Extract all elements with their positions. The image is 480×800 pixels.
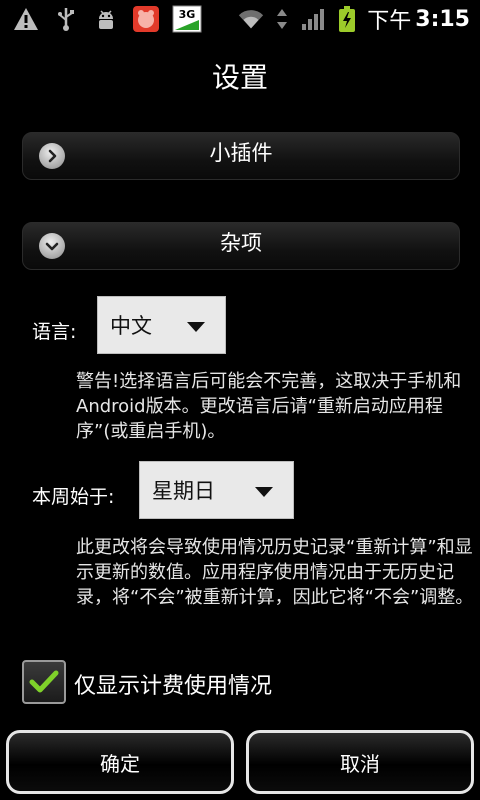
- network-type: 3G: [179, 8, 196, 21]
- language-label: 语言:: [32, 321, 77, 343]
- billable-only-label[interactable]: 仅显示计费使用情况: [74, 668, 272, 700]
- section-misc-label: 杂项: [220, 231, 262, 255]
- signal-icon: [299, 5, 327, 33]
- section-widgets[interactable]: 小插件: [22, 132, 460, 180]
- status-ampm: 下午: [367, 9, 412, 34]
- week-start-spinner[interactable]: 星期日: [139, 461, 294, 519]
- ok-button[interactable]: 确定: [6, 730, 234, 794]
- checkmark-icon: [29, 670, 59, 693]
- battery-charging-icon: [337, 5, 357, 33]
- section-widgets-label: 小插件: [209, 141, 273, 165]
- status-bar: 3G 下午 3:15: [0, 0, 480, 38]
- wifi-icon: [237, 5, 265, 33]
- 3g-data-icon: 3G: [172, 5, 202, 33]
- page-title: 设置: [211, 61, 268, 94]
- language-warning: 警告!选择语言后可能会不完善，这取决于手机和Android版本。更改语言后请“重…: [76, 371, 462, 442]
- language-spinner[interactable]: 中文: [97, 296, 226, 354]
- language-value: 中文: [110, 314, 152, 338]
- week-start-label: 本周始于:: [32, 486, 115, 508]
- warning-icon: [12, 5, 40, 33]
- week-start-note: 此更改将会导致使用情况历史记录“重新计算”和显示更新的数值。应用程序使用情况由于…: [76, 537, 474, 608]
- cancel-button[interactable]: 取消: [246, 730, 474, 794]
- usb-icon: [52, 5, 80, 33]
- android-debug-icon: [92, 5, 120, 33]
- section-misc[interactable]: 杂项: [22, 222, 460, 270]
- network-arrows-icon: [275, 5, 289, 33]
- billable-only-checkbox[interactable]: [22, 660, 66, 704]
- app-notification-icon: [132, 5, 160, 33]
- dropdown-arrow-icon: [255, 487, 273, 497]
- week-start-value: 星期日: [152, 479, 215, 503]
- dropdown-arrow-icon: [187, 322, 205, 332]
- status-time: 3:15: [415, 6, 470, 32]
